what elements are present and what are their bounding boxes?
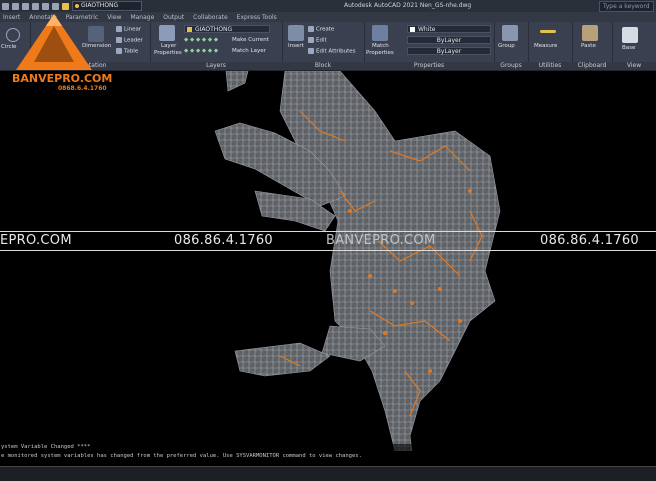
edit-attributes-icon (308, 48, 314, 54)
create-label: Create (316, 26, 335, 33)
linear-icon (116, 26, 122, 32)
edit-label: Edit (316, 37, 327, 44)
tab-output[interactable]: Output (163, 14, 184, 21)
quick-access-toolbar: GIAOTHONG (2, 1, 142, 11)
lineweight-dropdown[interactable]: ByLayer (407, 47, 491, 55)
panel-properties: Match Properties White ByLayer ByLayer P… (364, 22, 495, 70)
panel-layers: Layer Properties GIAOTHONG ◆ ◆ ◆ ◆ ◆ ◆ ◆… (150, 22, 283, 70)
layers-panel-label[interactable]: Layers (150, 62, 282, 70)
layer-properties-icon (159, 25, 175, 41)
logo-phone-text: 0868.6.4.1760 (58, 85, 107, 92)
new-icon[interactable] (2, 2, 9, 10)
layer-dropdown[interactable]: GIAOTHONG (184, 25, 270, 33)
create-button[interactable]: Create (308, 26, 334, 33)
watermark-brand-center: BANVEPRO.COM (326, 233, 436, 248)
color-dropdown[interactable]: White (407, 25, 491, 33)
group-button[interactable]: Group (498, 43, 515, 49)
panel-utilities: Measure Utilities (528, 22, 573, 70)
measure-button[interactable]: Measure (534, 43, 557, 49)
layer-tools-icons-2[interactable]: ◆ ◆ ◆ ◆ ◆ ◆ (184, 48, 218, 54)
edit-attributes-button[interactable]: Edit Attributes (308, 48, 356, 55)
measure-icon (540, 30, 556, 33)
panel-clipboard: Paste Clipboard (572, 22, 613, 70)
panel-view: Base View (612, 22, 656, 70)
print-icon[interactable] (32, 2, 39, 10)
base-button[interactable]: Base (622, 45, 635, 51)
tab-view[interactable]: View (107, 14, 121, 21)
logo-triangle-icon (16, 14, 92, 70)
edit-button[interactable]: Edit (308, 37, 327, 44)
undo-icon[interactable] (42, 2, 49, 10)
leader-button[interactable]: Leader (116, 37, 143, 44)
view-panel-label[interactable]: View (612, 62, 656, 70)
banvepro-logo: BANVEPRO.COM 0868.6.4.1760 (8, 12, 112, 94)
match-properties-icon (372, 25, 388, 41)
lightbulb-icon[interactable] (62, 2, 69, 10)
leader-icon (116, 37, 122, 43)
tab-express-tools[interactable]: Express Tools (237, 14, 277, 21)
command-history-line-2: e monitored system variables has changed… (1, 453, 362, 459)
edit-icon (308, 37, 314, 43)
paste-button[interactable]: Paste (581, 43, 596, 49)
leader-label: Leader (124, 37, 143, 44)
layer-properties-button[interactable]: Layer (161, 43, 176, 49)
command-input[interactable] (0, 466, 656, 481)
base-view-icon (622, 27, 638, 43)
window-title: Autodesk AutoCAD 2021 Nen_GS-nhe.dwg (344, 2, 472, 9)
linear-label: Linear (124, 26, 142, 33)
match-properties-label: Properties (366, 50, 394, 56)
groups-panel-label[interactable]: Groups (494, 62, 528, 70)
create-icon (308, 26, 314, 32)
clipboard-panel-label[interactable]: Clipboard (572, 62, 612, 70)
layer-tools-icons[interactable]: ◆ ◆ ◆ ◆ ◆ ◆ (184, 37, 218, 43)
match-properties-button[interactable]: Match (372, 43, 389, 49)
table-icon (116, 48, 122, 54)
block-panel-label[interactable]: Block (282, 62, 364, 70)
group-icon (502, 25, 518, 41)
redo-icon[interactable] (52, 2, 59, 10)
panel-block: Insert Create Edit Edit Attributes Block (282, 22, 365, 70)
properties-panel-label[interactable]: Properties (364, 62, 494, 70)
linetype-dropdown[interactable]: ByLayer (407, 36, 491, 44)
color-swatch-icon (410, 27, 415, 32)
drawing-canvas[interactable] (0, 71, 656, 451)
open-icon[interactable] (12, 2, 19, 10)
match-layer-button[interactable]: Match Layer (232, 48, 266, 54)
search-input[interactable]: Type a keyword or (599, 1, 654, 19)
make-current-button[interactable]: Make Current (232, 37, 269, 43)
watermark-brand-left: EPRO.COM (0, 233, 72, 248)
layer-state-icon (187, 27, 192, 32)
qat-layer-dropdown[interactable]: GIAOTHONG (72, 1, 142, 11)
layer-properties-label: Properties (154, 50, 182, 56)
logo-brand-text: BANVEPRO.COM (12, 72, 113, 85)
panel-groups: Group Groups (494, 22, 529, 70)
save-icon[interactable] (22, 2, 29, 10)
table-label: Table (124, 48, 139, 55)
title-bar: GIAOTHONG Autodesk AutoCAD 2021 Nen_GS-n… (0, 0, 656, 19)
tab-manage[interactable]: Manage (130, 14, 154, 21)
edit-attributes-label: Edit Attributes (316, 48, 356, 55)
table-button[interactable]: Table (116, 48, 138, 55)
color-dropdown-value: White (418, 26, 436, 33)
insert-button[interactable]: Insert (288, 43, 304, 49)
watermark-phone-1: 086.86.4.1760 (174, 233, 274, 248)
map-drawing (214, 71, 501, 451)
tab-collaborate[interactable]: Collaborate (193, 14, 228, 21)
layer-dropdown-value: GIAOTHONG (195, 26, 233, 33)
utilities-panel-label[interactable]: Utilities (528, 62, 572, 70)
paste-icon (582, 25, 598, 41)
insert-icon (288, 25, 304, 41)
command-history-line-1: ystem Variable Changed **** (1, 444, 91, 450)
linear-button[interactable]: Linear (116, 26, 141, 33)
watermark-band: EPRO.COM 086.86.4.1760 BANVEPRO.COM 086.… (0, 231, 656, 251)
watermark-phone-2: 086.86.4.1760 (540, 233, 640, 248)
